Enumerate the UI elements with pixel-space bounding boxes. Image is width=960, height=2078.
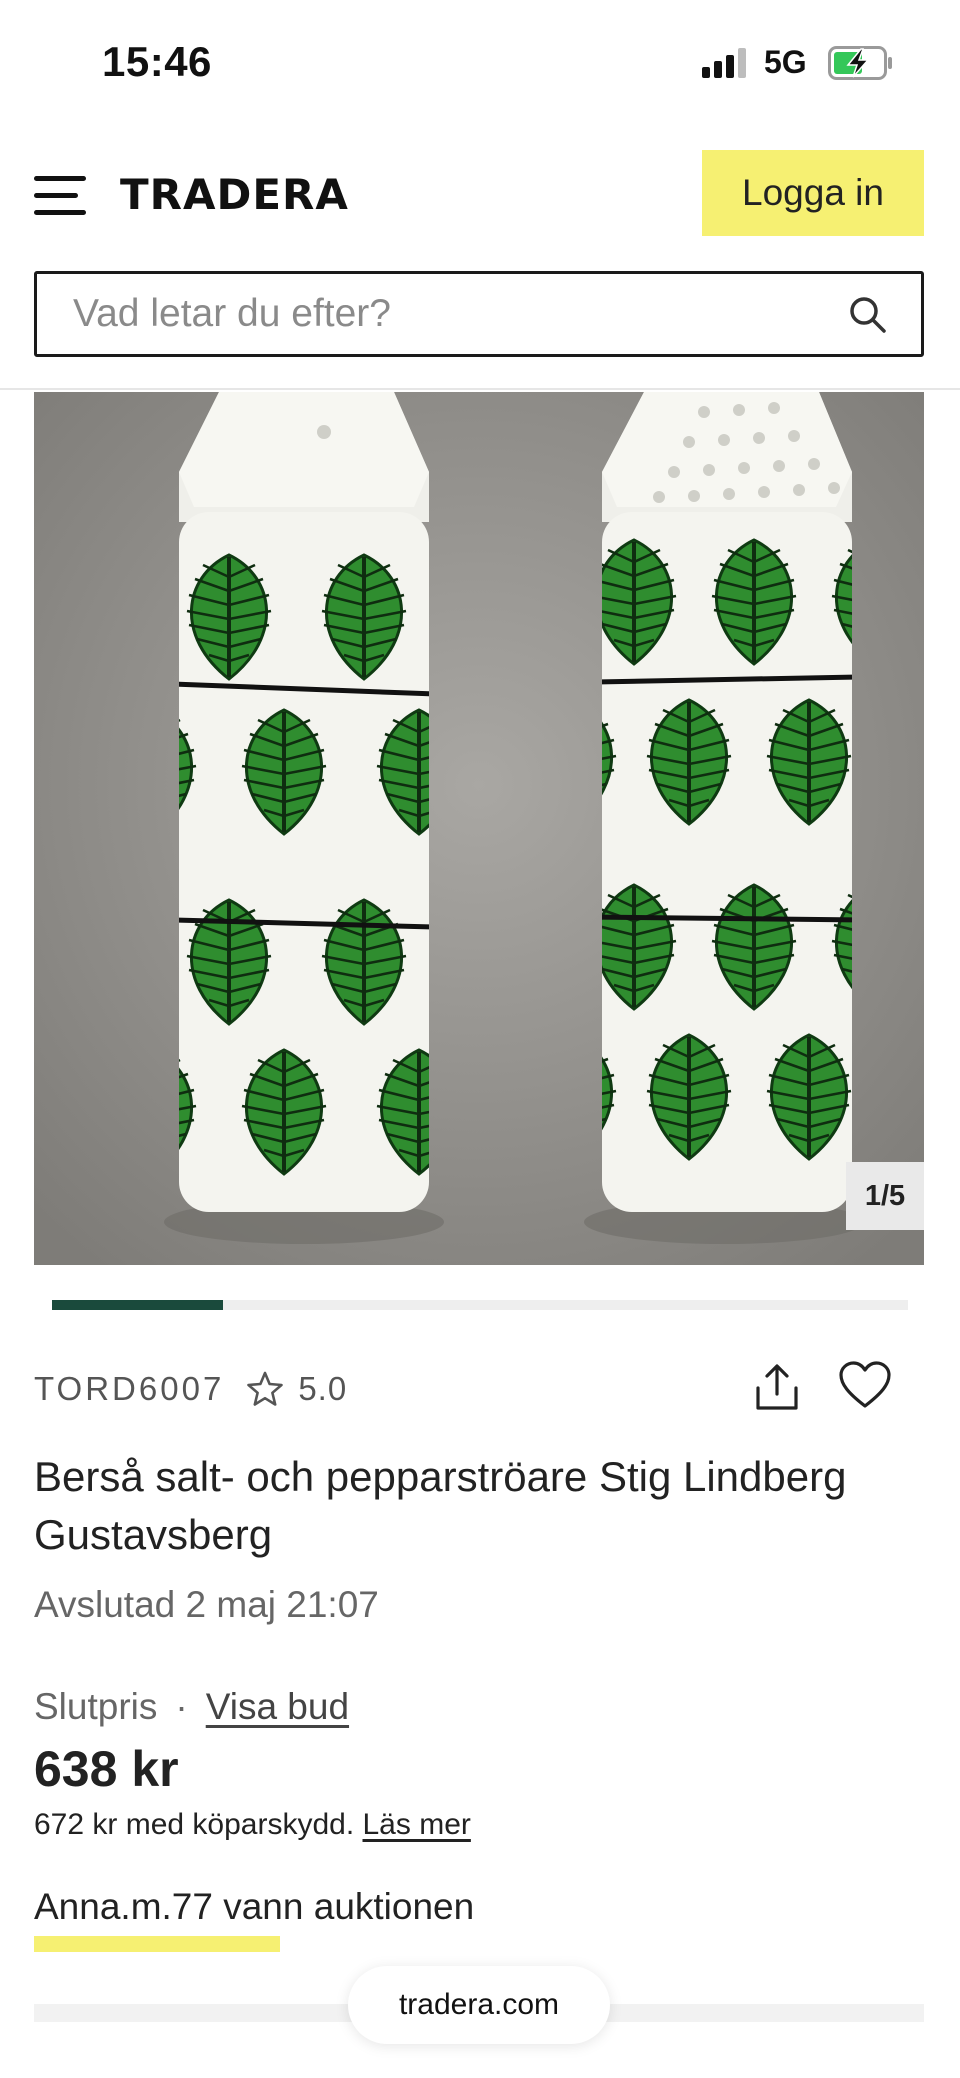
item-title: Berså salt- och pepparströare Stig Lindb… [34, 1453, 847, 1558]
buyer-protection-text: 672 kr med köparskydd. [34, 1808, 355, 1841]
network-type: 5G [764, 44, 807, 80]
status-bar: 15:46 5G [0, 0, 960, 130]
status-time: 15:46 [102, 38, 212, 85]
seller-rating: 5.0 [298, 1370, 348, 1407]
product-image-gallery[interactable]: 1/5 [34, 392, 924, 1265]
tradera-logo[interactable]: TRADERA [120, 170, 349, 219]
browser-url-bar[interactable]: tradera.com [348, 1966, 610, 2044]
site-header: TRADERA Logga in [0, 130, 960, 390]
show-bids-link[interactable]: Visa bud [206, 1686, 349, 1728]
seller-info[interactable]: TORD6007 5.0 [34, 1364, 347, 1414]
gallery-progress-bar [52, 1300, 908, 1310]
auction-winner: Anna.m.77 vann auktionen [34, 1886, 475, 1927]
seller-name[interactable]: TORD6007 [34, 1370, 224, 1408]
hamburger-menu-icon[interactable] [34, 176, 86, 216]
search-input[interactable] [37, 274, 847, 354]
star-icon [247, 1371, 284, 1406]
search-bar [34, 271, 924, 357]
share-icon[interactable] [752, 1362, 802, 1412]
product-photo-salt-pepper-shakers[interactable] [34, 392, 924, 1265]
search-icon[interactable] [847, 294, 887, 334]
separator-dot: · [175, 1686, 188, 1727]
buyer-protection: 672 kr med köparskydd. Läs mer [34, 1808, 471, 1842]
read-more-link[interactable]: Läs mer [363, 1808, 471, 1841]
battery-charging-icon [828, 46, 892, 80]
auction-end-time: Avslutad 2 maj 21:07 [34, 1584, 379, 1625]
final-price-label: Slutpris [34, 1686, 158, 1727]
signal-icon [702, 48, 750, 78]
heart-icon[interactable] [838, 1360, 892, 1410]
login-button[interactable]: Logga in [702, 150, 924, 236]
price-label-row: Slutpris · Visa bud [34, 1686, 349, 1728]
gallery-progress-fill [52, 1300, 224, 1310]
image-counter: 1/5 [846, 1162, 924, 1230]
final-price: 638 kr [34, 1741, 179, 1797]
winner-highlight [34, 1936, 280, 1952]
